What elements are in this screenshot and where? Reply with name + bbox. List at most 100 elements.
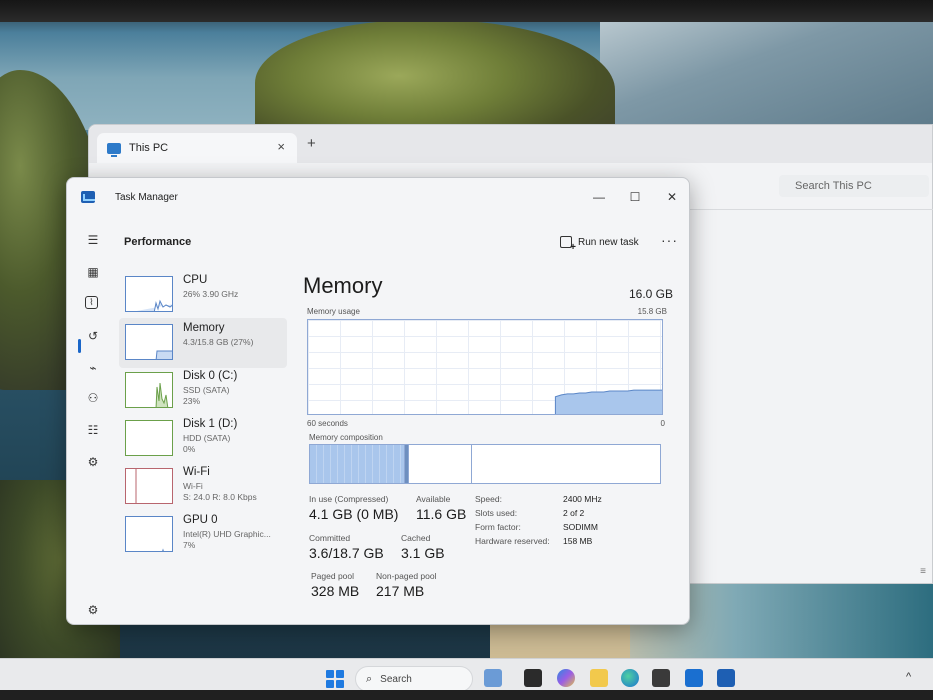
page-title: Performance bbox=[124, 236, 192, 248]
outlook-icon[interactable] bbox=[685, 669, 703, 687]
close-tab-icon[interactable]: × bbox=[277, 139, 285, 154]
paged-pool-value: 328 MB bbox=[311, 583, 360, 599]
non-paged-pool-label: Non-paged pool bbox=[376, 571, 437, 581]
resource-detail: SSD (SATA) bbox=[183, 385, 230, 395]
close-button[interactable]: ✕ bbox=[662, 187, 682, 207]
performance-icon[interactable]: ⌇ bbox=[85, 296, 98, 309]
memory-composition-bar bbox=[309, 444, 661, 484]
memory-usage-graph bbox=[307, 319, 663, 415]
copilot-icon[interactable] bbox=[557, 669, 575, 687]
gpu-0-thumbnail-graph bbox=[125, 516, 173, 552]
store-icon[interactable] bbox=[652, 669, 670, 687]
this-pc-icon bbox=[107, 142, 121, 157]
disk-0-thumbnail-graph bbox=[125, 372, 173, 408]
in-use-label: In use (Compressed) bbox=[309, 494, 389, 504]
cached-label: Cached bbox=[401, 533, 431, 543]
cached-value: 3.1 GB bbox=[401, 545, 445, 561]
nav-selection-indicator bbox=[78, 339, 81, 353]
start-button-icon[interactable] bbox=[326, 670, 344, 688]
disk-1-thumbnail-graph bbox=[125, 420, 173, 456]
slots-used-label: Slots used: bbox=[475, 508, 518, 518]
explorer-search-input[interactable]: Search This PC bbox=[779, 175, 929, 197]
more-options-icon[interactable]: ··· bbox=[661, 232, 678, 248]
processes-icon[interactable]: ▦ bbox=[85, 264, 101, 280]
taskbar-search-box[interactable]: ⌕ Search bbox=[355, 666, 473, 692]
wallpaper-sea bbox=[600, 20, 933, 130]
resource-value: 23% bbox=[183, 396, 201, 406]
explorer-tab-label: This PC bbox=[129, 142, 169, 154]
nav-rail: ☰ ▦ ⌇ ↺ ⌁ ⚇ ☷ ⚙ ⚙ bbox=[67, 216, 117, 624]
file-explorer-icon[interactable] bbox=[590, 669, 608, 687]
composition-in-use bbox=[310, 445, 405, 483]
speed-label: Speed: bbox=[475, 494, 502, 504]
run-task-icon bbox=[560, 236, 576, 253]
task-manager-app-icon bbox=[81, 191, 95, 203]
screen-bezel-top bbox=[0, 0, 933, 22]
resource-value: 0% bbox=[183, 444, 196, 454]
memory-total: 16.0 GB bbox=[628, 287, 673, 301]
resource-item-disk-1[interactable]: Disk 1 (D:) HDD (SATA) 0% bbox=[119, 414, 287, 464]
committed-value: 3.6/18.7 GB bbox=[309, 545, 384, 561]
maximize-button[interactable]: ☐ bbox=[625, 187, 645, 207]
resource-value: S: 24.0 R: 8.0 Kbps bbox=[183, 492, 257, 502]
resource-item-cpu[interactable]: CPU 26% 3.90 GHz bbox=[119, 270, 287, 320]
available-label: Available bbox=[416, 494, 451, 504]
settings-icon[interactable]: ⚙ bbox=[85, 602, 101, 618]
scroll-grip-icon[interactable]: ≡ bbox=[920, 566, 926, 577]
resource-list: CPU 26% 3.90 GHz Memory 4.3/15.8 GB (27%… bbox=[119, 266, 289, 624]
users-icon[interactable]: ⚇ bbox=[85, 390, 101, 406]
window-title: Task Manager bbox=[115, 192, 178, 203]
resource-name: Disk 1 (D:) bbox=[183, 418, 238, 430]
resource-detail: 4.3/15.8 GB (27%) bbox=[183, 337, 254, 347]
resource-detail: Intel(R) UHD Graphic... bbox=[183, 529, 271, 539]
composition-free bbox=[472, 445, 660, 483]
resource-item-memory[interactable]: Memory 4.3/15.8 GB (27%) bbox=[119, 318, 287, 368]
committed-label: Committed bbox=[309, 533, 351, 543]
explorer-tab-bar: This PC × + bbox=[89, 125, 932, 163]
resource-detail: HDD (SATA) bbox=[183, 433, 231, 443]
search-icon: ⌕ bbox=[366, 672, 373, 685]
memory-usage-series bbox=[554, 389, 662, 414]
memory-usage-label: Memory usage bbox=[307, 307, 360, 316]
performance-header: Performance Run new task ··· bbox=[124, 230, 684, 260]
hardware-reserved-label: Hardware reserved: bbox=[475, 536, 550, 546]
run-new-task-button[interactable]: Run new task bbox=[560, 236, 639, 253]
available-value: 11.6 GB bbox=[416, 506, 467, 522]
wallpaper-beach bbox=[490, 620, 630, 660]
resource-item-wifi[interactable]: Wi-Fi Wi-Fi S: 24.0 R: 8.0 Kbps bbox=[119, 462, 287, 512]
task-manager-window: Task Manager — ☐ ✕ ☰ ▦ ⌇ ↺ ⌁ ⚇ ☷ ⚙ ⚙ Per… bbox=[66, 177, 690, 625]
show-hidden-icons-chevron-icon[interactable]: ^ bbox=[906, 671, 911, 683]
details-icon[interactable]: ☷ bbox=[85, 422, 101, 438]
hamburger-menu-icon[interactable]: ☰ bbox=[85, 232, 101, 248]
minimize-button[interactable]: — bbox=[589, 187, 609, 207]
graph-axis-start: 60 seconds bbox=[307, 419, 348, 428]
startup-apps-icon[interactable]: ⌁ bbox=[85, 360, 101, 376]
cpu-thumbnail-graph bbox=[125, 276, 173, 312]
memory-detail-pane: Memory 16.0 GB Memory usage 15.8 GB 60 s… bbox=[303, 273, 673, 623]
hardware-reserved-value: 158 MB bbox=[563, 536, 593, 546]
resource-value: 7% bbox=[183, 540, 196, 550]
resource-name: Disk 0 (C:) bbox=[183, 370, 238, 382]
app-history-icon[interactable]: ↺ bbox=[85, 328, 101, 344]
in-use-value: 4.1 GB (0 MB) bbox=[309, 506, 399, 522]
new-tab-button[interactable]: + bbox=[307, 135, 316, 152]
resource-name: Wi-Fi bbox=[183, 466, 210, 478]
widgets-icon[interactable] bbox=[484, 669, 502, 687]
resource-item-disk-0[interactable]: Disk 0 (C:) SSD (SATA) 23% bbox=[119, 366, 287, 416]
composition-standby bbox=[409, 445, 472, 483]
title-bar[interactable]: Task Manager — ☐ ✕ bbox=[67, 178, 689, 216]
memory-usage-max: 15.8 GB bbox=[637, 307, 667, 316]
memory-usage-area bbox=[554, 389, 662, 414]
task-manager-taskbar-icon[interactable] bbox=[717, 669, 735, 687]
task-view-icon[interactable] bbox=[524, 669, 542, 687]
explorer-tab-this-pc[interactable]: This PC × bbox=[97, 133, 297, 163]
services-icon[interactable]: ⚙ bbox=[85, 454, 101, 470]
memory-composition-label: Memory composition bbox=[309, 433, 383, 442]
resource-item-gpu-0[interactable]: GPU 0 Intel(R) UHD Graphic... 7% bbox=[119, 510, 287, 560]
wifi-thumbnail-graph bbox=[125, 468, 173, 504]
speed-value: 2400 MHz bbox=[563, 494, 602, 504]
paged-pool-label: Paged pool bbox=[311, 571, 355, 581]
taskbar-search-label: Search bbox=[380, 673, 412, 685]
form-factor-value: SODIMM bbox=[563, 522, 598, 532]
edge-icon[interactable] bbox=[621, 669, 639, 687]
